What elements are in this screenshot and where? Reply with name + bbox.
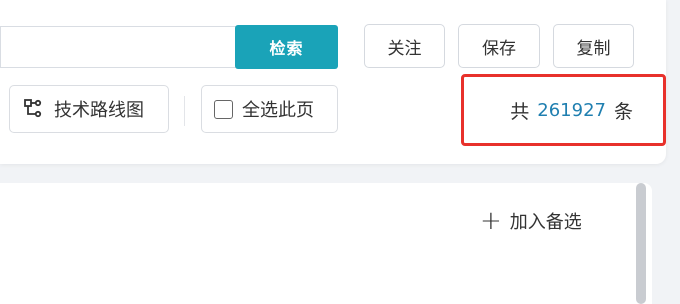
result-count-value: 261927 xyxy=(537,99,606,121)
scrollbar[interactable] xyxy=(636,183,646,304)
follow-button[interactable]: 关注 xyxy=(364,24,445,68)
search-button[interactable]: 检索 xyxy=(235,25,338,69)
select-all-checkbox[interactable] xyxy=(214,99,233,119)
add-to-candidates-button[interactable]: + 加入备选 xyxy=(480,206,582,236)
plus-icon: + xyxy=(480,206,502,236)
toolbar-divider xyxy=(184,96,185,126)
save-button[interactable]: 保存 xyxy=(458,24,540,68)
roadmap-icon xyxy=(24,99,42,118)
result-count-suffix: 条 xyxy=(613,100,633,123)
result-count-highlight: 共 261927 条 xyxy=(461,74,666,146)
tech-roadmap-label: 技术路线图 xyxy=(54,100,144,121)
result-list-panel xyxy=(0,183,652,304)
select-all-page-button[interactable]: 全选此页 xyxy=(201,85,338,133)
copy-button[interactable]: 复制 xyxy=(553,24,634,68)
add-to-candidates-label: 加入备选 xyxy=(509,212,582,233)
result-count-prefix: 共 xyxy=(510,100,530,123)
tech-roadmap-button[interactable]: 技术路线图 xyxy=(9,85,169,133)
search-input[interactable] xyxy=(0,26,236,68)
select-all-label: 全选此页 xyxy=(242,100,314,121)
